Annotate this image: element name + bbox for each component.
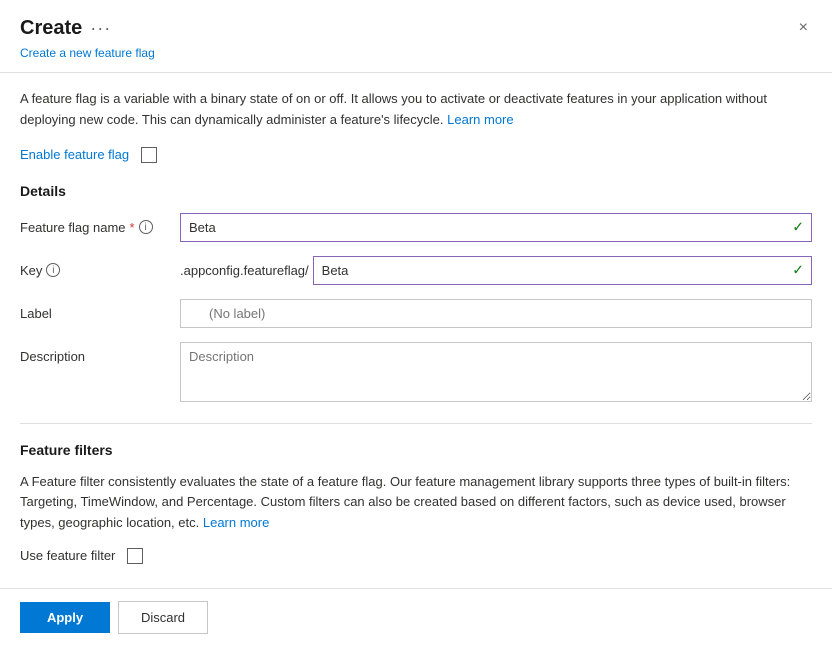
enable-feature-flag-label: Enable feature flag [20, 147, 129, 162]
feature-filters-learn-more-link[interactable]: Learn more [203, 515, 269, 530]
feature-flag-name-input[interactable] [180, 213, 812, 242]
feature-filters-description: A Feature filter consistently evaluates … [20, 472, 812, 534]
panel-footer: Apply Discard [0, 588, 832, 646]
close-button[interactable]: × [795, 16, 812, 40]
feature-flag-name-label: Feature flag name * i [20, 213, 180, 235]
description-label: Description [20, 342, 180, 364]
panel-title: Create [20, 17, 82, 40]
enable-feature-flag-row: Enable feature flag [20, 147, 812, 163]
description-row: Description [20, 342, 812, 405]
apply-button[interactable]: Apply [20, 602, 110, 633]
feature-flag-name-control: ✓ [180, 213, 812, 242]
label-field-label: Label [20, 299, 180, 321]
feature-flag-name-input-wrap: ✓ [180, 213, 812, 242]
panel-subtitle[interactable]: Create a new feature flag [0, 44, 832, 72]
key-control: .appconfig.featureflag/ ✓ [180, 256, 812, 285]
details-section-title: Details [20, 183, 812, 199]
label-control: 🔍 [180, 299, 812, 328]
section-divider [20, 423, 812, 424]
feature-flag-name-info-icon[interactable]: i [139, 220, 153, 234]
feature-flag-name-row: Feature flag name * i ✓ [20, 213, 812, 242]
key-input[interactable] [313, 256, 812, 285]
title-row: Create ··· [20, 17, 111, 40]
key-label: Key i [20, 256, 180, 278]
feature-filters-section-title: Feature filters [20, 442, 812, 458]
create-panel: Create ··· × Create a new feature flag A… [0, 0, 832, 646]
feature-flag-name-check-icon: ✓ [792, 219, 804, 236]
description-text: A feature flag is a variable with a bina… [20, 89, 812, 131]
key-row: Key i .appconfig.featureflag/ ✓ [20, 256, 812, 285]
enable-feature-flag-checkbox[interactable] [141, 147, 157, 163]
key-input-wrap: ✓ [313, 256, 812, 285]
key-info-icon[interactable]: i [46, 263, 60, 277]
label-input-wrap: 🔍 [180, 299, 812, 328]
panel-body: A feature flag is a variable with a bina… [0, 73, 832, 588]
use-feature-filter-checkbox[interactable] [127, 548, 143, 564]
discard-button[interactable]: Discard [118, 601, 208, 634]
required-marker: * [130, 220, 135, 235]
panel-more-options[interactable]: ··· [90, 18, 111, 39]
key-prefix: .appconfig.featureflag/ [180, 263, 313, 278]
label-row: Label 🔍 [20, 299, 812, 328]
panel-header: Create ··· × [0, 0, 832, 44]
label-input[interactable] [180, 299, 812, 328]
use-feature-filter-row: Use feature filter [20, 548, 812, 564]
use-feature-filter-label: Use feature filter [20, 548, 115, 563]
description-textarea[interactable] [180, 342, 812, 402]
description-control [180, 342, 812, 405]
key-check-icon: ✓ [792, 262, 804, 279]
key-input-row: .appconfig.featureflag/ ✓ [180, 256, 812, 285]
description-learn-more-link[interactable]: Learn more [447, 112, 513, 127]
